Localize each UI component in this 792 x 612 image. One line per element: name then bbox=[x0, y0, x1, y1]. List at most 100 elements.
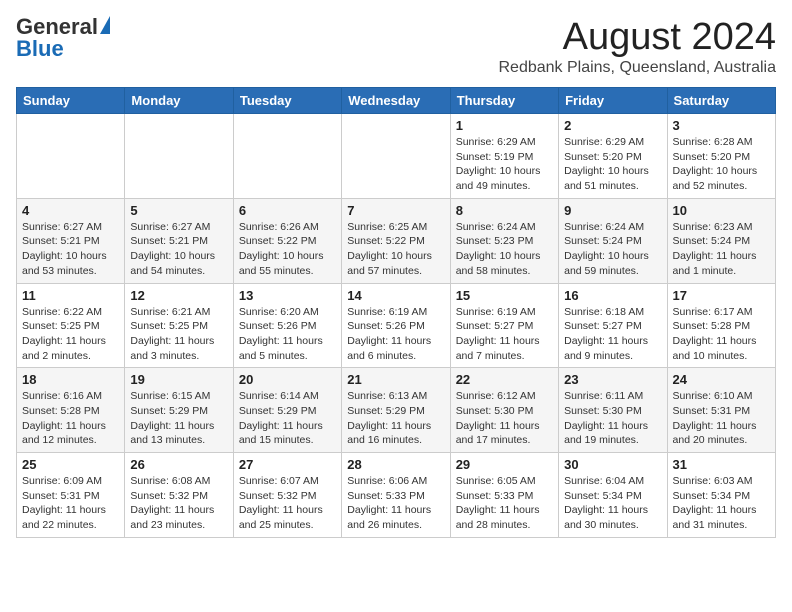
day-number: 13 bbox=[239, 288, 336, 303]
calendar-cell: 15Sunrise: 6:19 AM Sunset: 5:27 PM Dayli… bbox=[450, 283, 558, 368]
day-info: Sunrise: 6:04 AM Sunset: 5:34 PM Dayligh… bbox=[564, 474, 661, 533]
day-info: Sunrise: 6:07 AM Sunset: 5:32 PM Dayligh… bbox=[239, 474, 336, 533]
day-number: 5 bbox=[130, 203, 227, 218]
calendar-cell: 13 Sunrise: 6:20 AM Sunset: 5:26 PM Dayli… bbox=[233, 283, 341, 368]
calendar-cell: 2 Sunrise: 6:29 AM Sunset: 5:20 PM Daylig… bbox=[559, 114, 667, 199]
weekday-header-wednesday: Wednesday bbox=[342, 88, 450, 114]
weekday-header-row: SundayMondayTuesdayWednesdayThursdayFrid… bbox=[17, 88, 776, 114]
day-info: Sunrise: 6:15 AM Sunset: 5:29 PM Dayligh… bbox=[130, 389, 227, 448]
logo-general-text: General bbox=[16, 16, 98, 38]
calendar-cell: 3 Sunrise: 6:28 AM Sunset: 5:20 PM Daylig… bbox=[667, 114, 775, 199]
day-info: Sunrise: 6:13 AM Sunset: 5:29 PM Dayligh… bbox=[347, 389, 444, 448]
day-number: 17 bbox=[673, 288, 770, 303]
day-info: Sunrise: 6:29 AM Sunset: 5:19 PM Dayligh… bbox=[456, 135, 553, 194]
weekday-header-thursday: Thursday bbox=[450, 88, 558, 114]
day-info: Sunrise: 6:24 AM Sunset: 5:23 PM Dayligh… bbox=[456, 220, 553, 279]
week-row-4: 18 Sunrise: 6:16 AM Sunset: 5:28 PM Dayli… bbox=[17, 368, 776, 453]
day-number: 31 bbox=[673, 457, 770, 472]
calendar-cell: 17 Sunrise: 6:17 AM Sunset: 5:28 PM Dayli… bbox=[667, 283, 775, 368]
calendar-cell: 6 Sunrise: 6:26 AM Sunset: 5:22 PM Daylig… bbox=[233, 198, 341, 283]
calendar-cell: 20Sunrise: 6:14 AM Sunset: 5:29 PM Dayli… bbox=[233, 368, 341, 453]
week-row-2: 4 Sunrise: 6:27 AM Sunset: 5:21 PM Daylig… bbox=[17, 198, 776, 283]
calendar-cell: 28Sunrise: 6:06 AM Sunset: 5:33 PM Dayli… bbox=[342, 453, 450, 538]
day-number: 7 bbox=[347, 203, 444, 218]
day-info: Sunrise: 6:12 AM Sunset: 5:30 PM Dayligh… bbox=[456, 389, 553, 448]
calendar-cell: 27 Sunrise: 6:07 AM Sunset: 5:32 PM Dayli… bbox=[233, 453, 341, 538]
calendar-cell bbox=[233, 114, 341, 199]
logo-blue-text: Blue bbox=[16, 36, 64, 62]
calendar-cell: 18 Sunrise: 6:16 AM Sunset: 5:28 PM Dayli… bbox=[17, 368, 125, 453]
month-title: August 2024 bbox=[498, 16, 776, 59]
calendar-cell: 1 Sunrise: 6:29 AM Sunset: 5:19 PM Daylig… bbox=[450, 114, 558, 199]
calendar-cell bbox=[17, 114, 125, 199]
calendar-cell: 7 Sunrise: 6:25 AM Sunset: 5:22 PM Daylig… bbox=[342, 198, 450, 283]
title-block: August 2024 Redbank Plains, Queensland, … bbox=[498, 16, 776, 77]
day-info: Sunrise: 6:26 AM Sunset: 5:22 PM Dayligh… bbox=[239, 220, 336, 279]
calendar-cell: 29Sunrise: 6:05 AM Sunset: 5:33 PM Dayli… bbox=[450, 453, 558, 538]
calendar-cell: 5 Sunrise: 6:27 AM Sunset: 5:21 PM Daylig… bbox=[125, 198, 233, 283]
page-header: General Blue August 2024 Redbank Plains,… bbox=[16, 16, 776, 77]
day-info: Sunrise: 6:21 AM Sunset: 5:25 PM Dayligh… bbox=[130, 305, 227, 364]
day-info: Sunrise: 6:28 AM Sunset: 5:20 PM Dayligh… bbox=[673, 135, 770, 194]
day-info: Sunrise: 6:09 AM Sunset: 5:31 PM Dayligh… bbox=[22, 474, 119, 533]
weekday-header-saturday: Saturday bbox=[667, 88, 775, 114]
day-number: 20 bbox=[239, 372, 336, 387]
day-number: 16 bbox=[564, 288, 661, 303]
day-info: Sunrise: 6:22 AM Sunset: 5:25 PM Dayligh… bbox=[22, 305, 119, 364]
day-number: 19 bbox=[130, 372, 227, 387]
day-info: Sunrise: 6:20 AM Sunset: 5:26 PM Dayligh… bbox=[239, 305, 336, 364]
day-number: 15 bbox=[456, 288, 553, 303]
calendar-cell: 24 Sunrise: 6:10 AM Sunset: 5:31 PM Dayli… bbox=[667, 368, 775, 453]
weekday-header-monday: Monday bbox=[125, 88, 233, 114]
calendar-cell: 12 Sunrise: 6:21 AM Sunset: 5:25 PM Dayli… bbox=[125, 283, 233, 368]
day-number: 30 bbox=[564, 457, 661, 472]
day-info: Sunrise: 6:27 AM Sunset: 5:21 PM Dayligh… bbox=[22, 220, 119, 279]
calendar-cell: 14Sunrise: 6:19 AM Sunset: 5:26 PM Dayli… bbox=[342, 283, 450, 368]
day-number: 25 bbox=[22, 457, 119, 472]
calendar-cell bbox=[342, 114, 450, 199]
day-info: Sunrise: 6:19 AM Sunset: 5:26 PM Dayligh… bbox=[347, 305, 444, 364]
week-row-1: 1 Sunrise: 6:29 AM Sunset: 5:19 PM Daylig… bbox=[17, 114, 776, 199]
day-info: Sunrise: 6:24 AM Sunset: 5:24 PM Dayligh… bbox=[564, 220, 661, 279]
day-number: 27 bbox=[239, 457, 336, 472]
day-number: 18 bbox=[22, 372, 119, 387]
calendar-cell: 26Sunrise: 6:08 AM Sunset: 5:32 PM Dayli… bbox=[125, 453, 233, 538]
day-info: Sunrise: 6:18 AM Sunset: 5:27 PM Dayligh… bbox=[564, 305, 661, 364]
calendar-cell: 25 Sunrise: 6:09 AM Sunset: 5:31 PM Dayli… bbox=[17, 453, 125, 538]
day-info: Sunrise: 6:17 AM Sunset: 5:28 PM Dayligh… bbox=[673, 305, 770, 364]
day-number: 1 bbox=[456, 118, 553, 133]
day-number: 10 bbox=[673, 203, 770, 218]
logo: General Blue bbox=[16, 16, 110, 62]
day-number: 8 bbox=[456, 203, 553, 218]
day-info: Sunrise: 6:08 AM Sunset: 5:32 PM Dayligh… bbox=[130, 474, 227, 533]
logo-triangle-icon bbox=[100, 16, 110, 34]
day-info: Sunrise: 6:29 AM Sunset: 5:20 PM Dayligh… bbox=[564, 135, 661, 194]
calendar-cell: 19 Sunrise: 6:15 AM Sunset: 5:29 PM Dayli… bbox=[125, 368, 233, 453]
day-number: 29 bbox=[456, 457, 553, 472]
calendar-cell: 9Sunrise: 6:24 AM Sunset: 5:24 PM Daylig… bbox=[559, 198, 667, 283]
day-number: 21 bbox=[347, 372, 444, 387]
day-number: 24 bbox=[673, 372, 770, 387]
calendar-cell: 30 Sunrise: 6:04 AM Sunset: 5:34 PM Dayli… bbox=[559, 453, 667, 538]
day-info: Sunrise: 6:16 AM Sunset: 5:28 PM Dayligh… bbox=[22, 389, 119, 448]
day-info: Sunrise: 6:27 AM Sunset: 5:21 PM Dayligh… bbox=[130, 220, 227, 279]
day-number: 2 bbox=[564, 118, 661, 133]
day-number: 28 bbox=[347, 457, 444, 472]
day-number: 23 bbox=[564, 372, 661, 387]
day-number: 11 bbox=[22, 288, 119, 303]
day-number: 4 bbox=[22, 203, 119, 218]
day-info: Sunrise: 6:10 AM Sunset: 5:31 PM Dayligh… bbox=[673, 389, 770, 448]
day-info: Sunrise: 6:25 AM Sunset: 5:22 PM Dayligh… bbox=[347, 220, 444, 279]
week-row-5: 25 Sunrise: 6:09 AM Sunset: 5:31 PM Dayli… bbox=[17, 453, 776, 538]
day-info: Sunrise: 6:11 AM Sunset: 5:30 PM Dayligh… bbox=[564, 389, 661, 448]
calendar-cell: 22 Sunrise: 6:12 AM Sunset: 5:30 PM Dayli… bbox=[450, 368, 558, 453]
day-number: 3 bbox=[673, 118, 770, 133]
day-number: 22 bbox=[456, 372, 553, 387]
day-number: 12 bbox=[130, 288, 227, 303]
calendar-cell: 21 Sunrise: 6:13 AM Sunset: 5:29 PM Dayli… bbox=[342, 368, 450, 453]
week-row-3: 11 Sunrise: 6:22 AM Sunset: 5:25 PM Dayli… bbox=[17, 283, 776, 368]
day-number: 6 bbox=[239, 203, 336, 218]
calendar-cell: 16 Sunrise: 6:18 AM Sunset: 5:27 PM Dayli… bbox=[559, 283, 667, 368]
weekday-header-tuesday: Tuesday bbox=[233, 88, 341, 114]
calendar-cell: 10Sunrise: 6:23 AM Sunset: 5:24 PM Dayli… bbox=[667, 198, 775, 283]
